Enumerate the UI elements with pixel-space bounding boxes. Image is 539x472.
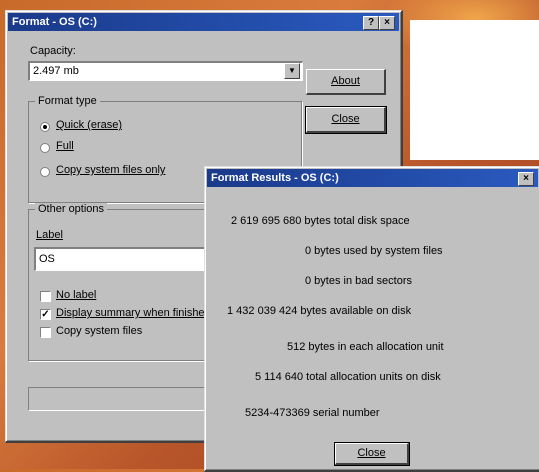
radio-full-label[interactable]: Full bbox=[56, 140, 74, 152]
close-icon[interactable]: × bbox=[379, 16, 395, 30]
about-button[interactable]: About bbox=[306, 69, 386, 95]
available-space-text: 1 432 039 424 bytes available on disk bbox=[227, 305, 412, 317]
checkbox-no-label[interactable] bbox=[40, 291, 51, 302]
other-options-label: Other options bbox=[35, 203, 108, 215]
allocation-unit-size-text: 512 bytes in each allocation unit bbox=[287, 341, 444, 353]
background-window bbox=[410, 20, 539, 160]
format-titlebar[interactable]: Format - OS (C:) ? × bbox=[8, 13, 399, 31]
format-title: Format - OS (C:) bbox=[12, 16, 97, 28]
close-label: Close bbox=[331, 113, 360, 125]
radio-quick[interactable] bbox=[40, 122, 50, 132]
allocation-units-text: 5 114 640 total allocation units on disk bbox=[255, 371, 441, 383]
bad-sectors-text: 0 bytes in bad sectors bbox=[305, 275, 413, 287]
radio-copy-system[interactable] bbox=[40, 167, 50, 177]
serial-number-text: 5234-473369 serial number bbox=[245, 407, 380, 419]
capacity-select[interactable]: 2.497 mb bbox=[28, 61, 303, 81]
help-button[interactable]: ? bbox=[363, 16, 379, 30]
format-type-label: Format type bbox=[35, 95, 100, 107]
checkbox-display-summary-text[interactable]: Display summary when finished bbox=[56, 307, 211, 319]
results-close-label: Close bbox=[357, 447, 386, 459]
checkbox-copy-system-text[interactable]: Copy system files bbox=[56, 325, 142, 337]
checkbox-copy-system[interactable] bbox=[40, 327, 51, 338]
radio-copy-system-label[interactable]: Copy system files only bbox=[56, 164, 165, 176]
system-files-text: 0 bytes used by system files bbox=[305, 245, 443, 257]
checkbox-display-summary[interactable]: ✓ bbox=[40, 309, 51, 320]
label-field-label: Label bbox=[36, 229, 63, 241]
radio-full[interactable] bbox=[40, 143, 50, 153]
results-title: Format Results - OS (C:) bbox=[211, 172, 339, 184]
capacity-label: Capacity: bbox=[30, 45, 76, 57]
chevron-down-icon[interactable]: ▼ bbox=[284, 63, 300, 79]
close-button[interactable]: Close bbox=[305, 106, 387, 134]
radio-quick-label[interactable]: Quick (erase) bbox=[56, 119, 122, 131]
checkbox-no-label-text[interactable]: No label bbox=[56, 289, 96, 301]
about-label: About bbox=[331, 75, 360, 87]
format-results-dialog: Format Results - OS (C:) × 2 619 695 680… bbox=[204, 166, 539, 472]
results-close-button[interactable]: Close bbox=[334, 442, 410, 466]
results-titlebar[interactable]: Format Results - OS (C:) × bbox=[207, 169, 538, 187]
capacity-value: 2.497 mb bbox=[33, 65, 79, 77]
label-input-value: OS bbox=[39, 253, 55, 265]
total-disk-space-text: 2 619 695 680 bytes total disk space bbox=[231, 215, 410, 227]
results-close-icon[interactable]: × bbox=[518, 172, 534, 186]
